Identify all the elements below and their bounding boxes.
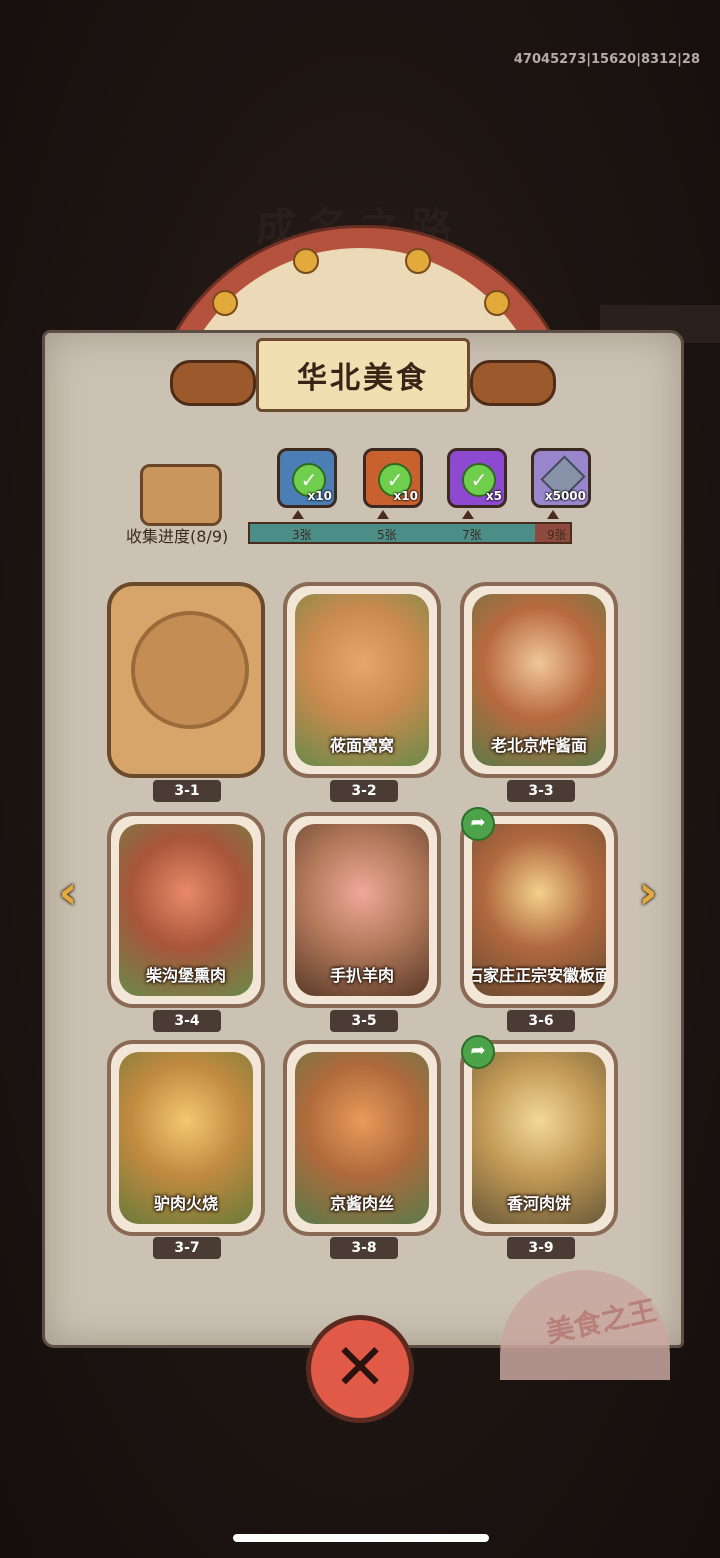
food-card[interactable]: 京酱肉丝 xyxy=(283,1040,441,1236)
banner-roll-right xyxy=(470,360,556,406)
food-card[interactable]: 老北京炸酱面 xyxy=(460,582,618,778)
food-image: 老北京炸酱面 xyxy=(472,594,606,766)
food-image: 驴肉火烧 xyxy=(119,1052,253,1224)
close-button[interactable]: ✕ xyxy=(306,1315,414,1423)
reward-purple-orb[interactable]: ✓ x5 xyxy=(447,448,507,508)
food-name: 手扒羊肉 xyxy=(329,966,394,985)
collection-progress-bar: 3张 5张 7张 9张 xyxy=(248,522,572,544)
prev-page-button[interactable]: ‹ xyxy=(48,862,88,924)
dialog-title: 华北美食 xyxy=(297,361,429,396)
reward-count: x5 xyxy=(485,489,502,503)
card-id-label: 3-4 xyxy=(153,1010,221,1032)
card-id-label: 3-1 xyxy=(153,780,221,802)
food-card[interactable]: 手扒羊肉 xyxy=(283,812,441,1008)
milestone-label: 9张 xyxy=(547,528,567,542)
card-id-label: 3-5 xyxy=(330,1010,398,1032)
reward-count: x5000 xyxy=(544,489,586,503)
arch-stud xyxy=(405,248,431,274)
milestone-marker xyxy=(377,510,389,519)
food-image: 石家庄正宗安徽板面 xyxy=(472,824,606,996)
reward-key-ticket[interactable]: ✓ x10 xyxy=(363,448,423,508)
locked-placeholder-icon xyxy=(131,611,249,729)
share-icon[interactable]: ➦ xyxy=(461,1035,495,1069)
next-page-button[interactable]: › xyxy=(628,862,668,924)
reward-scroll-ticket[interactable]: ✓ x10 xyxy=(277,448,337,508)
food-name: 香河肉饼 xyxy=(506,1194,571,1213)
banner-roll-left xyxy=(170,360,256,406)
home-indicator[interactable] xyxy=(233,1534,489,1542)
food-name: 柴沟堡熏肉 xyxy=(145,966,226,985)
milestone-label: 3张 xyxy=(292,528,312,542)
food-name: 老北京炸酱面 xyxy=(490,736,587,755)
food-name: 石家庄正宗安徽板面 xyxy=(472,966,606,985)
food-image: 香河肉饼 xyxy=(472,1052,606,1224)
milestone-marker xyxy=(292,510,304,519)
card-id-label: 3-6 xyxy=(507,1010,575,1032)
food-name: 莜面窝窝 xyxy=(329,736,394,755)
food-image: 柴沟堡熏肉 xyxy=(119,824,253,996)
collection-progress-label: 收集进度(8/9) xyxy=(126,527,229,546)
food-image: 京酱肉丝 xyxy=(295,1052,429,1224)
title-banner: 华北美食 xyxy=(256,338,470,412)
share-icon[interactable]: ➦ xyxy=(461,807,495,841)
arch-stud xyxy=(212,290,238,316)
collection-box-icon xyxy=(140,464,222,526)
milestone-label: 7张 xyxy=(462,528,482,542)
arch-stud xyxy=(293,248,319,274)
arch-stud xyxy=(484,290,510,316)
milestone-label: 5张 xyxy=(377,528,397,542)
food-card[interactable]: 香河肉饼 xyxy=(460,1040,618,1236)
debug-info: 47045273|15620|8312|28 xyxy=(513,52,700,67)
milestone-marker xyxy=(462,510,474,519)
food-card[interactable]: 驴肉火烧 xyxy=(107,1040,265,1236)
food-card[interactable]: 莜面窝窝 xyxy=(283,582,441,778)
card-id-label: 3-8 xyxy=(330,1237,398,1259)
food-name: 京酱肉丝 xyxy=(329,1194,394,1213)
food-image: 手扒羊肉 xyxy=(295,824,429,996)
food-card[interactable]: 石家庄正宗安徽板面 xyxy=(460,812,618,1008)
reward-crystal-gem[interactable]: x5000 xyxy=(531,448,591,508)
reward-count: x10 xyxy=(393,489,418,503)
card-id-label: 3-2 xyxy=(330,780,398,802)
card-id-label: 3-3 xyxy=(507,780,575,802)
food-card[interactable]: 柴沟堡熏肉 xyxy=(107,812,265,1008)
food-image: 莜面窝窝 xyxy=(295,594,429,766)
food-card-locked[interactable] xyxy=(107,582,265,778)
food-name: 驴肉火烧 xyxy=(153,1194,218,1213)
milestone-marker xyxy=(547,510,559,519)
reward-count: x10 xyxy=(307,489,332,503)
card-id-label: 3-9 xyxy=(507,1237,575,1259)
card-id-label: 3-7 xyxy=(153,1237,221,1259)
